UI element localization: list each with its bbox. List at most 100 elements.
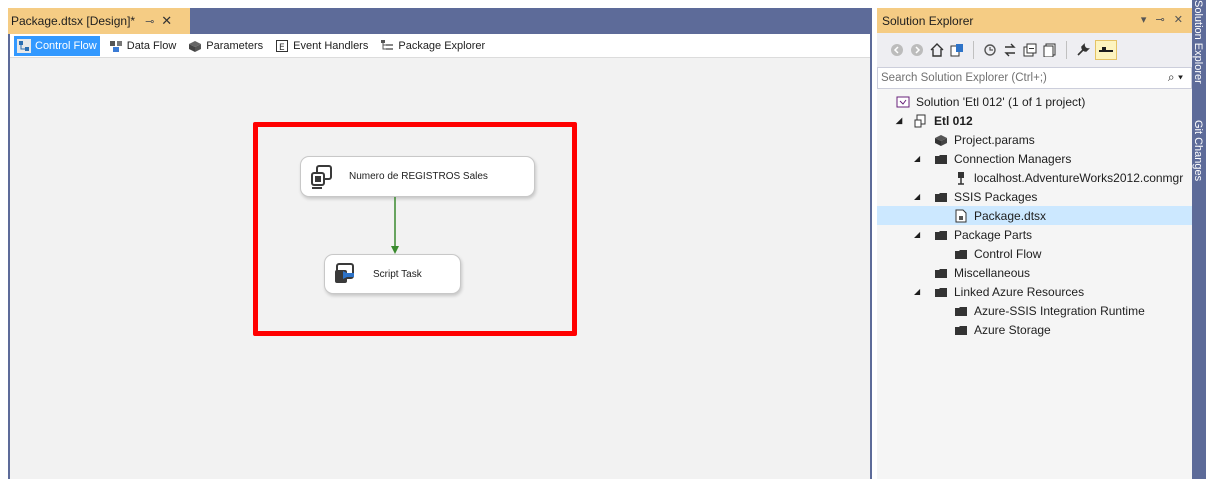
task-label: Numero de REGISTROS Sales [349,171,488,182]
switch-views-icon[interactable] [949,42,965,58]
tab-data-flow[interactable]: Data Flow [106,36,180,56]
search-placeholder: Search Solution Explorer (Ctrl+;) [881,72,1047,84]
precedence-constraint-arrow[interactable] [390,197,400,255]
task-label: Script Task [373,268,422,280]
solution-icon [896,96,910,107]
control-flow-canvas[interactable]: Numero de REGISTROS Sales Script Task [10,58,870,479]
designer-tab-bar: Control Flow Data Flow Parameters E Even… [10,34,870,58]
tab-data-flow-label: Data Flow [126,39,177,52]
tree-item-label: Miscellaneous [954,265,1031,280]
tab-parameters[interactable]: Parameters [185,36,266,56]
document-tab-package[interactable]: Package.dtsx [Design]* ⊸ ✕ [8,8,190,34]
forward-icon[interactable] [909,42,925,58]
parameters-icon [189,40,202,52]
package-designer-frame: Package.dtsx [Design]* ⊸ ✕ Control Flow … [8,8,872,479]
side-tab-strip: Solution Explorer Git Changes [1192,0,1206,479]
event-handlers-icon: E [276,39,289,53]
solution-explorer-search-input[interactable]: Search Solution Explorer (Ctrl+;) ⌕ ▾ [877,67,1192,89]
folder-icon [935,192,947,202]
solution-tree: Solution 'Etl 012' (1 of 1 project) ◢ Et… [877,89,1192,479]
tree-item-connection[interactable]: localhost.AdventureWorks2012.conmgr [954,168,1183,187]
tree-item-package-dtsx[interactable]: Package.dtsx [877,206,1192,225]
folder-icon [935,287,947,297]
tree-item-linked-azure-resources[interactable]: ◢ Linked Azure Resources [914,282,1084,301]
task-numero-de-registros-sales[interactable]: Numero de REGISTROS Sales [300,156,535,197]
collapse-all-icon[interactable] [1022,42,1038,58]
tree-item-label: Solution 'Etl 012' (1 of 1 project) [916,94,1086,109]
expand-arrow-icon[interactable]: ◢ [914,287,924,296]
folder-icon [935,268,947,278]
tree-item-project-params[interactable]: Project.params [934,130,1035,149]
tree-item-label: Linked Azure Resources [954,284,1085,299]
tree-item-label: Connection Managers [954,151,1072,166]
tab-control-flow-label: Control Flow [35,39,97,52]
tree-item-label: Control Flow [974,246,1042,261]
data-flow-icon [109,40,122,52]
tab-event-handlers[interactable]: E Event Handlers [272,36,371,56]
back-icon[interactable] [889,42,905,58]
tree-item-azure-storage[interactable]: Azure Storage [954,320,1051,339]
search-icon[interactable]: ⌕ ▾ [1168,70,1183,85]
tab-control-flow[interactable]: Control Flow [14,35,100,56]
home-icon[interactable] [929,42,945,58]
script-task-icon [335,263,354,283]
control-flow-icon [17,38,31,53]
toolbar-separator [1066,41,1067,59]
tree-item-miscellaneous[interactable]: Miscellaneous [934,263,1030,282]
side-tab-solution-explorer[interactable]: Solution Explorer [1192,0,1204,84]
tree-item-azure-ssis-runtime[interactable]: Azure-SSIS Integration Runtime [954,301,1145,320]
execute-sql-task-icon [311,164,332,189]
task-script-task[interactable]: Script Task [324,254,461,294]
tab-event-handlers-label: Event Handlers [293,39,369,52]
sync-active-document-icon[interactable] [1002,42,1018,58]
highlight-box [253,122,577,336]
tree-item-label: Azure-SSIS Integration Runtime [974,303,1145,318]
close-icon[interactable]: ✕ [161,13,172,29]
tree-item-label: Project.params [954,132,1035,147]
expand-arrow-icon[interactable]: ◢ [914,154,924,163]
folder-icon [955,249,967,259]
pending-changes-filter-icon[interactable] [982,42,998,58]
solution-explorer-title: Solution Explorer [882,13,974,28]
tree-item-package-parts[interactable]: ◢ Package Parts [914,225,1032,244]
tree-item-ssis-packages[interactable]: ◢ SSIS Packages [914,187,1037,206]
preview-selected-items-icon[interactable] [1095,40,1117,60]
side-tab-git-changes[interactable]: Git Changes [1192,120,1204,181]
tab-package-explorer-label: Package Explorer [398,39,486,52]
show-all-files-icon[interactable] [1042,42,1058,58]
folder-icon [935,230,947,240]
ide-window: Package.dtsx [Design]* ⊸ ✕ Control Flow … [0,0,1206,479]
svg-text:E: E [279,43,285,53]
solution-explorer-panel: Solution Explorer ▾ ⊸ ✕ Search Solution … [877,8,1192,479]
package-file-icon [955,209,967,222]
tree-item-connection-managers[interactable]: ◢ Connection Managers [914,149,1071,168]
expand-arrow-icon[interactable]: ◢ [914,192,924,201]
properties-wrench-icon[interactable] [1075,42,1091,58]
tree-item-label: Package.dtsx [974,208,1047,223]
pin-icon[interactable]: ⊸ [145,15,154,28]
folder-icon [955,325,967,335]
document-tab-title: Package.dtsx [Design]* [11,14,136,28]
tree-item-project[interactable]: ◢ Etl 012 [896,111,973,130]
project-icon [914,114,926,127]
tree-item-label: Package Parts [954,227,1033,242]
tree-item-control-flow[interactable]: Control Flow [954,244,1041,263]
connection-icon [958,171,964,185]
tree-item-solution[interactable]: Solution 'Etl 012' (1 of 1 project) [896,92,1085,111]
tree-item-label: localhost.AdventureWorks2012.conmgr [974,170,1184,185]
folder-icon [935,154,947,164]
folder-icon [955,306,967,316]
solution-explorer-title-bar: Solution Explorer ▾ ⊸ ✕ [877,8,1192,33]
tab-package-explorer[interactable]: Package Explorer [377,36,488,56]
tree-item-label: SSIS Packages [954,189,1038,204]
expand-arrow-icon[interactable]: ◢ [914,230,924,239]
params-icon [935,134,947,146]
tree-item-label: Etl 012 [934,113,973,128]
toolbar-separator [973,41,974,59]
tree-item-label: Azure Storage [974,322,1051,337]
expand-arrow-icon[interactable]: ◢ [896,116,906,125]
window-controls[interactable]: ▾ ⊸ ✕ [1141,13,1186,26]
tab-parameters-label: Parameters [206,39,264,52]
package-explorer-icon [381,39,394,50]
designer-surface: Control Flow Data Flow Parameters E Even… [10,34,870,479]
